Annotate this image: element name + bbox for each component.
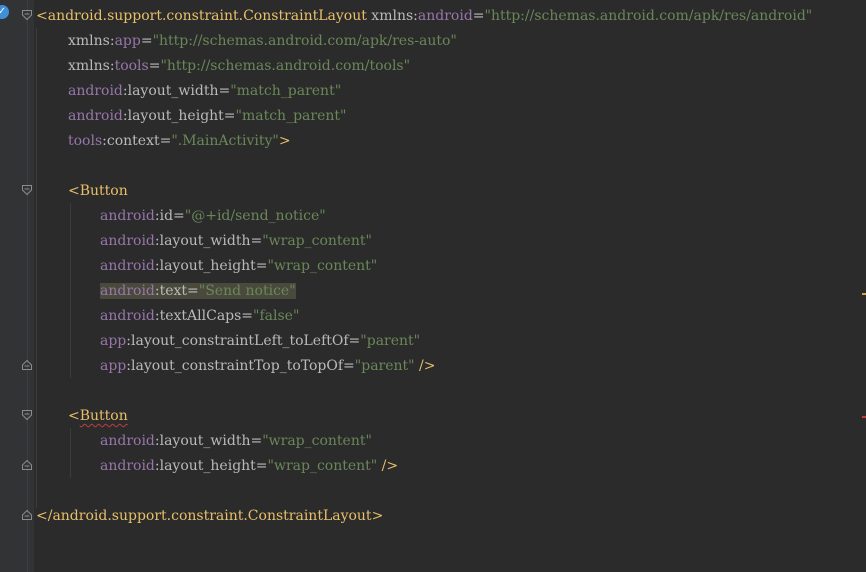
- code-token: android: [100, 208, 155, 224]
- fold-open-icon[interactable]: [21, 409, 33, 421]
- fold-open-icon[interactable]: [21, 184, 33, 196]
- code-token: </android.support.constraint.ConstraintL…: [36, 508, 384, 524]
- code-token: :layout_width=: [154, 433, 263, 449]
- code-token: =: [140, 33, 153, 49]
- code-line[interactable]: </android.support.constraint.ConstraintL…: [36, 504, 383, 529]
- code-token: "parent": [360, 333, 421, 349]
- fold-open-icon[interactable]: [21, 9, 33, 21]
- code-token: :layout_height=: [154, 258, 268, 274]
- code-token: :text=: [154, 283, 199, 299]
- code-token: android: [100, 283, 155, 299]
- fold-close-icon[interactable]: [21, 509, 33, 521]
- code-token: xmlns:: [366, 8, 418, 24]
- code-token: <: [68, 408, 80, 424]
- code-token: tools: [114, 58, 149, 74]
- code-token: :textAllCaps=: [154, 308, 254, 324]
- fold-close-icon[interactable]: [21, 459, 33, 471]
- intention-bulb-icon[interactable]: ✓: [0, 5, 9, 19]
- code-token: =: [472, 8, 485, 24]
- code-token: "match_parent": [235, 108, 347, 124]
- code-token: "wrap_content": [262, 233, 372, 249]
- code-line[interactable]: <android.support.constraint.ConstraintLa…: [36, 4, 812, 29]
- code-token: android: [68, 83, 123, 99]
- code-token: "http://schemas.android.com/apk/res-auto…: [152, 33, 457, 49]
- code-token: />: [377, 458, 399, 474]
- code-editor[interactable]: ✓ <android.support.constraint.Constraint…: [0, 0, 866, 572]
- code-line[interactable]: xmlns:app="http://schemas.android.com/ap…: [68, 29, 457, 54]
- code-line[interactable]: android:id="@+id/send_notice": [100, 204, 326, 229]
- code-token: :layout_height=: [154, 458, 268, 474]
- code-token: :layout_width=: [122, 83, 231, 99]
- error-stripe[interactable]: [862, 416, 866, 418]
- code-token: <Button: [68, 183, 128, 199]
- code-line[interactable]: android:textAllCaps="false": [100, 304, 299, 329]
- code-token: />: [414, 358, 436, 374]
- code-token: ".MainActivity": [171, 133, 279, 149]
- code-line[interactable]: android:text="Send notice": [100, 279, 296, 304]
- code-line[interactable]: <Button: [68, 179, 128, 204]
- fold-close-icon[interactable]: [21, 359, 33, 371]
- code-token: >: [278, 133, 291, 149]
- code-token: android: [417, 8, 473, 24]
- indent-guide: [70, 428, 71, 478]
- code-token: android: [100, 233, 155, 249]
- code-line[interactable]: tools:context=".MainActivity">: [68, 129, 291, 154]
- code-line[interactable]: <Button: [68, 404, 128, 429]
- code-token: app: [114, 33, 141, 49]
- code-token: "Send notice": [198, 283, 296, 299]
- code-token: :layout_height=: [122, 108, 236, 124]
- code-token: "false": [253, 308, 300, 324]
- code-token: android: [100, 258, 155, 274]
- indent-guide: [70, 203, 71, 378]
- code-token: :context=: [102, 133, 172, 149]
- code-token: Button: [79, 408, 128, 424]
- code-line[interactable]: android:layout_height="wrap_content" />: [100, 454, 398, 479]
- gutter-separator: [27, 0, 28, 572]
- code-token: "wrap_content": [262, 433, 372, 449]
- code-line[interactable]: android:layout_width="wrap_content": [100, 229, 372, 254]
- code-token: "parent": [354, 358, 415, 374]
- code-token: android: [68, 108, 123, 124]
- code-token: android: [100, 308, 155, 324]
- code-token: app: [100, 358, 127, 374]
- indent-guide: [36, 28, 37, 508]
- code-token: :id=: [154, 208, 185, 224]
- code-token: "@+id/send_notice": [184, 208, 326, 224]
- warning-stripe[interactable]: [862, 293, 866, 295]
- code-line[interactable]: android:layout_height="wrap_content": [100, 254, 377, 279]
- code-line[interactable]: xmlns:tools="http://schemas.android.com/…: [68, 54, 410, 79]
- code-line[interactable]: app:layout_constraintTop_toTopOf="parent…: [100, 354, 436, 379]
- code-token: app: [100, 333, 127, 349]
- code-line[interactable]: android:layout_height="match_parent": [68, 104, 346, 129]
- code-token: =: [148, 58, 161, 74]
- code-token: tools: [68, 133, 103, 149]
- code-token: "wrap_content": [267, 458, 378, 474]
- code-token: xmlns:: [68, 33, 115, 49]
- code-token: :layout_width=: [154, 233, 263, 249]
- code-line[interactable]: app:layout_constraintLeft_toLeftOf="pare…: [100, 329, 420, 354]
- code-line[interactable]: android:layout_width="match_parent": [68, 79, 341, 104]
- code-token: xmlns:: [68, 58, 115, 74]
- code-token: android.support.constraint.ConstraintLay…: [47, 8, 367, 24]
- editor-gutter: ✓: [0, 0, 34, 572]
- code-token: :layout_constraintTop_toTopOf=: [126, 358, 355, 374]
- code-token: "http://schemas.android.com/tools": [160, 58, 411, 74]
- code-token: :layout_constraintLeft_toLeftOf=: [126, 333, 361, 349]
- code-token: "http://schemas.android.com/apk/res/andr…: [484, 8, 813, 24]
- code-token: android: [100, 433, 155, 449]
- code-token: "match_parent": [230, 83, 342, 99]
- code-token: "wrap_content": [267, 258, 378, 274]
- code-line[interactable]: android:layout_width="wrap_content": [100, 429, 372, 454]
- code-token: <: [36, 8, 48, 24]
- code-token: android: [100, 458, 155, 474]
